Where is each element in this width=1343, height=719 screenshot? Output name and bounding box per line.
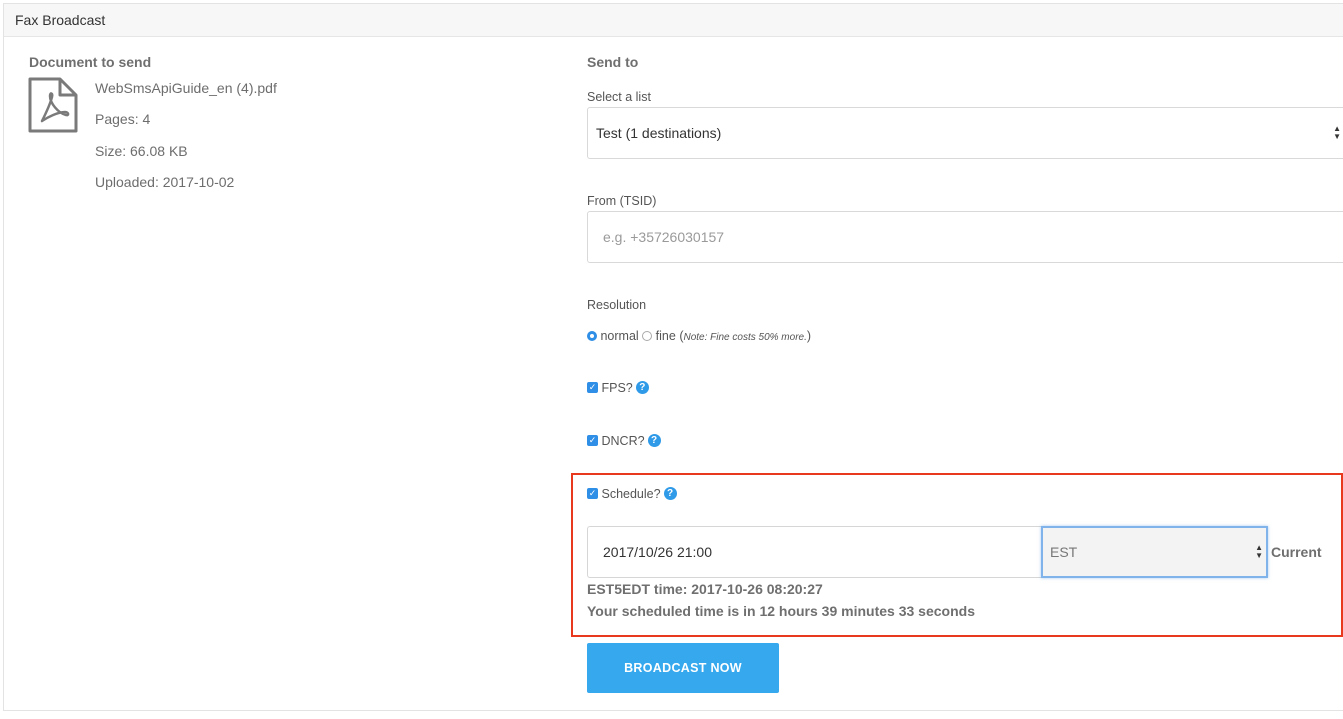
schedule-datetime-input[interactable]: 2017/10/26 21:00 — [587, 526, 1041, 578]
schedule-help-icon[interactable]: ? — [663, 487, 677, 501]
document-pages: Pages: 4 — [95, 111, 151, 127]
panel-title: Fax Broadcast — [4, 4, 1343, 37]
fps-option: ✓ FPS?? — [587, 381, 649, 395]
destination-list-value: Test (1 destinations) — [596, 125, 722, 141]
dncr-help-icon[interactable]: ? — [647, 434, 661, 448]
send-to-section-title: Send to — [587, 54, 639, 70]
from-tsid-label: From (TSID) — [587, 194, 657, 208]
fps-checkbox[interactable]: ✓ — [587, 382, 598, 394]
fps-help-icon[interactable]: ? — [635, 381, 649, 395]
dncr-option: ✓ DNCR?? — [587, 434, 661, 448]
resolution-note: Note: Fine costs 50% more. — [683, 332, 807, 343]
resolution-options: normal fine (Note: Fine costs 50% more.) — [587, 329, 811, 343]
document-size: Size: 66.08 KB — [95, 143, 188, 159]
current-time-link[interactable]: Current — [1271, 544, 1322, 560]
destination-list-select[interactable]: Test (1 destinations) ▲ ▼ — [587, 107, 1343, 159]
timezone-select-arrows-icon: ▲ ▼ — [1255, 543, 1263, 560]
resolution-normal-label[interactable]: normal — [600, 329, 638, 343]
resolution-fine-radio[interactable] — [642, 330, 653, 341]
resolution-fine-label[interactable]: fine — [656, 329, 676, 343]
resolution-normal-radio[interactable] — [587, 330, 597, 341]
broadcast-now-button[interactable]: BROADCAST NOW — [587, 643, 779, 693]
schedule-label[interactable]: Schedule? — [601, 487, 660, 501]
select-arrows-icon: ▲ ▼ — [1333, 124, 1341, 141]
dncr-label[interactable]: DNCR? — [601, 434, 644, 448]
document-file-name: WebSmsApiGuide_en (4).pdf — [95, 80, 277, 96]
schedule-checkbox[interactable]: ✓ — [587, 488, 598, 500]
document-section-title: Document to send — [29, 54, 152, 70]
schedule-countdown-info: Your scheduled time is in 12 hours 39 mi… — [587, 603, 975, 619]
dncr-checkbox[interactable]: ✓ — [587, 435, 598, 447]
timezone-time-info: EST5EDT time: 2017-10-26 08:20:27 — [587, 581, 823, 597]
resolution-label: Resolution — [587, 298, 647, 312]
select-list-label: Select a list — [587, 90, 651, 104]
fps-label[interactable]: FPS? — [601, 381, 632, 395]
schedule-option: ✓ Schedule?? — [587, 487, 677, 501]
pdf-file-icon — [28, 77, 78, 133]
from-tsid-placeholder: e.g. +35726030157 — [603, 229, 725, 245]
timezone-value: EST — [1050, 544, 1078, 560]
from-tsid-input[interactable]: e.g. +35726030157 — [587, 211, 1343, 263]
timezone-select[interactable]: EST ▲ ▼ — [1041, 526, 1268, 578]
resolution-note-close: ) — [806, 329, 812, 343]
document-uploaded: Uploaded: 2017-10-02 — [95, 174, 235, 190]
